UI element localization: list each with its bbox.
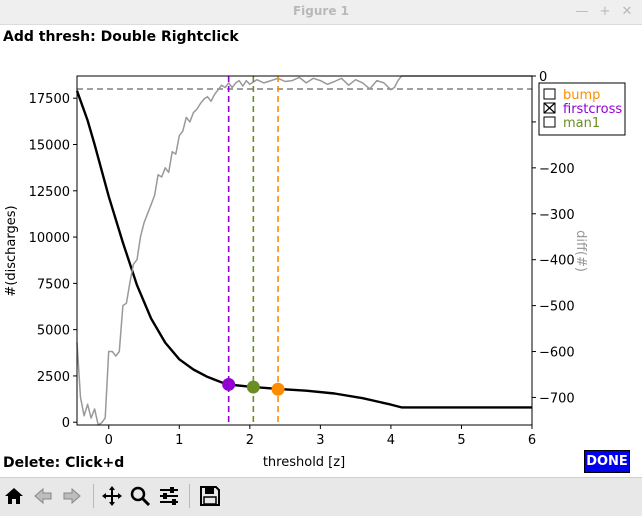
zoom-button[interactable] bbox=[126, 482, 154, 510]
y-right-tick-label: −500 bbox=[539, 300, 575, 315]
y-right-tick-label: −200 bbox=[539, 162, 575, 177]
y-left-tick-label: 10000 bbox=[29, 231, 70, 246]
x-tick-label: 3 bbox=[316, 433, 324, 448]
x-tick-label: 2 bbox=[246, 433, 254, 448]
y-right-tick-label: −300 bbox=[539, 208, 575, 223]
y-right-tick-label: −700 bbox=[539, 391, 575, 406]
y-left-tick-label: 5000 bbox=[37, 324, 70, 339]
threshold-marker-man1[interactable] bbox=[246, 380, 260, 394]
back-arrow-icon bbox=[34, 487, 52, 505]
home-icon bbox=[5, 488, 23, 504]
forward-button[interactable] bbox=[58, 482, 86, 510]
y-right-tick-label: −400 bbox=[539, 254, 575, 269]
zoom-icon bbox=[130, 486, 151, 507]
y-left-tick-label: 7500 bbox=[37, 277, 70, 292]
x-tick-label: 4 bbox=[387, 433, 395, 448]
x-tick-label: 1 bbox=[175, 433, 183, 448]
toolbar-separator bbox=[189, 484, 190, 508]
save-button[interactable] bbox=[196, 482, 224, 510]
x-tick-label: 0 bbox=[105, 433, 113, 448]
y-left-tick-label: 15000 bbox=[29, 139, 70, 154]
y-left-tick-label: 17500 bbox=[29, 92, 70, 107]
configure-subplots-button[interactable] bbox=[155, 482, 183, 510]
discharges-series-line bbox=[75, 90, 532, 409]
threshold-marker-firstcross[interactable] bbox=[222, 377, 236, 391]
navigation-toolbar bbox=[0, 477, 642, 516]
legend-checkbox[interactable] bbox=[543, 116, 556, 128]
axes-frame bbox=[76, 75, 533, 426]
threshold-marker-bump[interactable] bbox=[271, 382, 285, 396]
diff-series-line bbox=[76, 75, 532, 426]
legend-label: man1 bbox=[563, 116, 600, 131]
threshold-chart[interactable]: 0 1 2 3 4 5 6 0 2500 5000 7500 10000 12500 15000 17500… bbox=[0, 0, 642, 477]
legend-checkbox[interactable] bbox=[543, 88, 556, 100]
threshold-legend[interactable]: bumpfirstcrossman1 bbox=[538, 82, 626, 136]
y-left-tick-label: 0 bbox=[62, 416, 70, 431]
forward-arrow-icon bbox=[63, 487, 81, 505]
y-axis-right-label: diff(#) bbox=[573, 230, 588, 272]
x-tick-label: 6 bbox=[528, 433, 536, 448]
legend-label: firstcross bbox=[563, 102, 622, 117]
pan-button[interactable] bbox=[98, 482, 126, 510]
y-right-tick-label: −600 bbox=[539, 346, 575, 361]
x-tick-label: 5 bbox=[457, 433, 465, 448]
y-axis-left-label: #(discharges) bbox=[4, 205, 19, 296]
save-icon bbox=[200, 486, 220, 506]
home-button[interactable] bbox=[0, 482, 28, 510]
legend-label: bump bbox=[563, 88, 600, 103]
y-left-tick-label: 2500 bbox=[37, 370, 70, 385]
configure-subplots-icon bbox=[160, 487, 178, 505]
y-left-tick-label: 12500 bbox=[29, 185, 70, 200]
back-button[interactable] bbox=[29, 482, 57, 510]
pan-icon bbox=[102, 486, 122, 506]
x-axis-label: threshold [z] bbox=[263, 455, 345, 470]
toolbar-separator bbox=[93, 484, 94, 508]
